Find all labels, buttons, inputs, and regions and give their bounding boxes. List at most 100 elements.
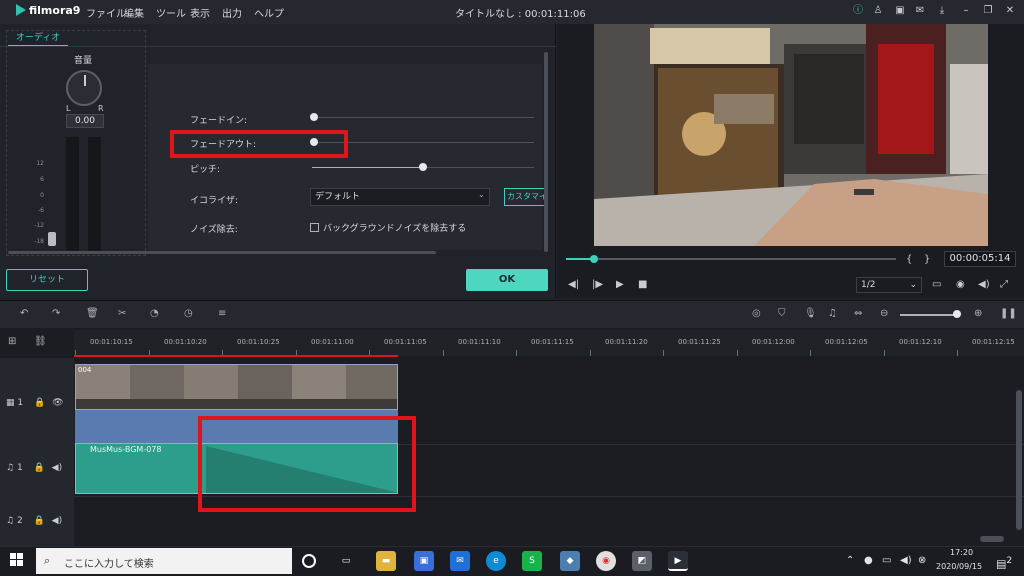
store-icon[interactable]: ▣ [414, 551, 434, 571]
cut-icon[interactable]: ✂ [118, 308, 126, 319]
menu-export[interactable]: 出力 [222, 5, 242, 20]
track-audio-1-header: ♫ 1 🔒 ◀) [6, 463, 62, 473]
tray-app-icon[interactable]: ● [864, 555, 873, 566]
cortana-icon[interactable] [302, 554, 316, 568]
audio-clip-name: MusMus-BGM-078 [90, 445, 162, 454]
fullscreen-icon[interactable]: ⤢ [1000, 279, 1008, 290]
volume-knob[interactable] [66, 70, 102, 106]
customize-button[interactable]: カスタマイ [504, 188, 546, 206]
menu-tools[interactable]: ツール [156, 5, 186, 20]
stop-icon[interactable]: ■ [638, 279, 647, 290]
zoom-in-icon[interactable]: ⊕ [974, 308, 982, 319]
equalizer-label: イコライザ: [190, 196, 239, 206]
fade-in-slider-handle[interactable] [310, 113, 318, 121]
download-icon[interactable]: ⤓ [936, 5, 948, 17]
adjust-icon[interactable]: ≡ [218, 308, 226, 319]
ruler-label: 00:01:11:10 [458, 338, 501, 346]
pause-icon[interactable]: ❚❚ [1000, 308, 1017, 319]
windows-start-icon[interactable] [10, 553, 24, 567]
network-icon[interactable]: ▭ [882, 555, 891, 566]
redo-icon[interactable]: ↷ [52, 308, 60, 319]
edge-icon[interactable]: e [486, 551, 506, 571]
zoom-out-icon[interactable]: ⊖ [880, 308, 888, 319]
ruler-line [884, 350, 885, 356]
ruler-label: 00:01:11:00 [311, 338, 354, 346]
save-icon[interactable]: ▣ [894, 5, 906, 17]
zoom-slider[interactable] [900, 314, 960, 316]
audio-mixer-icon[interactable]: ♫ [828, 308, 837, 319]
speaker-icon[interactable]: ◀) [52, 516, 62, 526]
timeline-scrollbar-vertical[interactable] [1016, 390, 1022, 530]
eye-icon[interactable]: 👁 [52, 398, 63, 408]
play-icon[interactable]: ▶ [616, 279, 624, 290]
account-icon[interactable]: ♙ [872, 5, 884, 17]
info-icon[interactable]: ⓘ [852, 5, 864, 17]
step-back-icon[interactable]: |▶ [592, 279, 603, 290]
add-track-icon[interactable]: ⊞ [8, 336, 16, 347]
taskbar-time: 17:20 [950, 548, 974, 557]
filmora-task-icon[interactable]: ▶ [668, 551, 688, 571]
monitor-icon[interactable]: ▭ [932, 279, 941, 290]
mic-icon[interactable]: 🎙 [804, 308, 817, 319]
video-clip[interactable] [75, 364, 398, 410]
mail-icon[interactable]: ✉ [914, 5, 926, 17]
image-editor-icon[interactable]: ◩ [632, 551, 652, 571]
tray-chevron-icon[interactable]: ⌃ [846, 555, 854, 566]
file-explorer-icon[interactable]: ▬ [376, 551, 396, 571]
minimize-icon[interactable]: – [960, 5, 972, 17]
undo-icon[interactable]: ↶ [20, 308, 28, 319]
render-icon[interactable]: ◎ [752, 308, 761, 319]
window-title: タイトルなし : 00:01:11:06 [455, 9, 586, 20]
ruler-label: 00:01:11:15 [531, 338, 574, 346]
ok-button[interactable]: OK [466, 269, 548, 291]
ruler-label: 00:01:11:25 [678, 338, 721, 346]
settings-scrollbar-horizontal[interactable] [8, 251, 436, 254]
task-view-icon[interactable]: ▭ [336, 551, 356, 571]
close-icon[interactable]: ✕ [1004, 5, 1016, 17]
mail-app-icon[interactable]: ✉ [450, 551, 470, 571]
speed-icon[interactable]: ◔ [150, 308, 159, 319]
notes-icon[interactable]: ◆ [560, 551, 580, 571]
timeline-scrollbar-horizontal[interactable] [980, 536, 1004, 542]
db-tick: -12 [34, 222, 44, 229]
menu-edit[interactable]: 編集 [124, 5, 144, 20]
zoom-slider-handle[interactable] [953, 310, 961, 318]
duration-icon[interactable]: ◷ [184, 308, 193, 319]
mark-in-icon[interactable]: { [906, 254, 912, 265]
link-icon[interactable]: ⛓ [34, 336, 47, 347]
lock-icon[interactable]: 🔒 [34, 463, 45, 473]
menu-file[interactable]: ファイル [86, 5, 126, 20]
ruler-line [810, 350, 811, 356]
speaker-tray-icon[interactable]: ◀) [900, 555, 912, 566]
mark-out-icon[interactable]: } [924, 254, 930, 265]
spreadsheet-icon[interactable]: S [522, 551, 542, 571]
volume-fader[interactable] [48, 232, 56, 246]
speaker-icon[interactable]: ◀) [52, 463, 62, 473]
lock-icon[interactable]: 🔒 [34, 516, 45, 526]
reset-button[interactable]: リセット [6, 269, 88, 291]
notification-icon[interactable]: ▤2 [996, 555, 1012, 571]
noise-removal-checkbox[interactable] [310, 223, 319, 232]
preview-scrubber[interactable] [566, 258, 896, 260]
equalizer-select[interactable]: デフォルト [310, 188, 490, 206]
volume-value-field[interactable]: 0.00 [66, 114, 104, 128]
ime-icon[interactable]: ⊗ [918, 555, 926, 566]
volume-icon[interactable]: ◀) [978, 279, 990, 290]
fade-in-slider[interactable] [312, 117, 534, 118]
preview-quality-select[interactable]: 1/2 ⌄ [856, 277, 922, 293]
restore-icon[interactable]: ❐ [982, 5, 994, 17]
menu-view[interactable]: 表示 [190, 5, 210, 20]
snapshot-icon[interactable]: ◉ [956, 279, 965, 290]
menu-help[interactable]: ヘルプ [254, 5, 284, 20]
fit-icon[interactable]: ⇔ [854, 308, 862, 319]
ruler-label: 00:01:12:10 [899, 338, 942, 346]
chrome-icon[interactable]: ◉ [596, 551, 616, 571]
lock-icon[interactable]: 🔒 [34, 398, 45, 408]
marker-icon[interactable]: ⛉ [778, 308, 786, 319]
settings-scrollbar-vertical[interactable] [544, 52, 548, 252]
prev-frame-icon[interactable]: ◀| [568, 279, 579, 290]
delete-icon[interactable]: 🗑 [86, 308, 99, 319]
preview-scrubber-handle[interactable] [590, 255, 598, 263]
music-track-icon: ♫ [6, 463, 15, 473]
pitch-slider-handle[interactable] [419, 163, 427, 171]
